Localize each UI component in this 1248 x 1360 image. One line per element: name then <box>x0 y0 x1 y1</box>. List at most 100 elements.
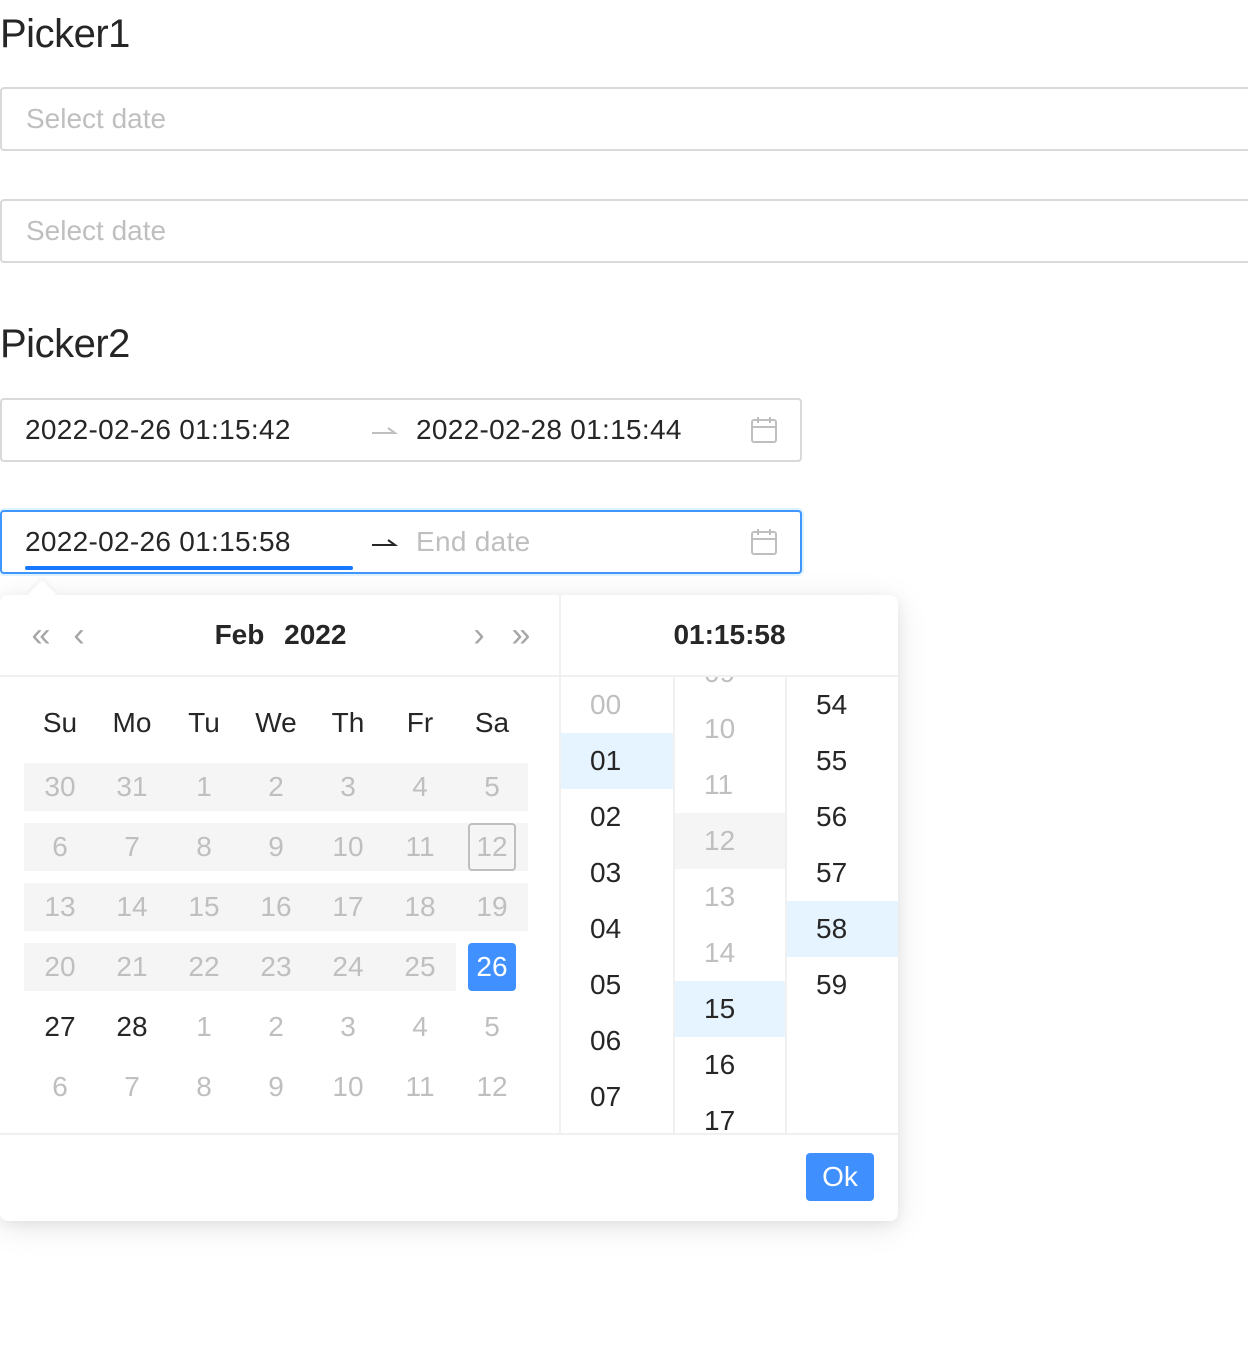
calendar-day[interactable]: 16 <box>240 883 312 931</box>
second-option[interactable]: 59 <box>787 957 898 1013</box>
hour-option[interactable]: 00 <box>561 677 673 733</box>
calendar-day[interactable]: 28 <box>96 1003 168 1051</box>
minute-option[interactable]: 09 <box>675 677 785 701</box>
day-number: 30 <box>44 771 76 802</box>
calendar-day[interactable]: 3 <box>312 763 384 811</box>
hour-option[interactable]: 01 <box>561 733 673 789</box>
second-option[interactable]: 57 <box>787 845 898 901</box>
calendar-day-today[interactable]: 12 <box>456 823 528 871</box>
day-number: 24 <box>332 951 364 982</box>
range-picker-1[interactable]: 2022-02-26 01:15:42 2022-02-28 01:15:44 <box>0 398 802 462</box>
calendar-day[interactable]: 7 <box>96 823 168 871</box>
second-option[interactable]: 58 <box>787 901 898 957</box>
minute-option[interactable]: 13 <box>675 869 785 925</box>
minute-option[interactable]: 10 <box>675 701 785 757</box>
month-button[interactable]: Feb <box>215 619 265 650</box>
minute-option[interactable]: 15 <box>675 981 785 1037</box>
calendar-day[interactable]: 1 <box>168 1003 240 1051</box>
day-number: 9 <box>268 831 284 862</box>
calendar-day[interactable]: 1 <box>168 763 240 811</box>
picker2-title: Picker2 <box>0 322 130 366</box>
calendar-day[interactable]: 30 <box>24 763 96 811</box>
range-picker-2[interactable]: 2022-02-26 01:15:58 End date <box>0 510 802 574</box>
calendar-day[interactable]: 24 <box>312 943 384 991</box>
calendar-day[interactable]: 31 <box>96 763 168 811</box>
hour-option[interactable]: 07 <box>561 1069 673 1125</box>
calendar-day[interactable]: 2 <box>240 1003 312 1051</box>
second-option[interactable]: 55 <box>787 733 898 789</box>
hour-option[interactable]: 05 <box>561 957 673 1013</box>
hour-option[interactable]: 02 <box>561 789 673 845</box>
hour-column[interactable]: 00 01 02 03 04 05 06 07 <box>561 677 675 1133</box>
second-option[interactable]: 56 <box>787 789 898 845</box>
minute-option[interactable]: 16 <box>675 1037 785 1093</box>
calendar-day[interactable]: 6 <box>24 1063 96 1111</box>
range-end-value[interactable]: 2022-02-28 01:15:44 <box>416 400 682 460</box>
calendar-day[interactable]: 8 <box>168 1063 240 1111</box>
minute-option[interactable]: 14 <box>675 925 785 981</box>
calendar-day[interactable]: 22 <box>168 943 240 991</box>
picker1-date-input-1[interactable] <box>0 87 1248 151</box>
date-input[interactable] <box>2 201 1248 261</box>
calendar-icon[interactable] <box>750 528 778 556</box>
weekday-label: Tu <box>188 707 220 738</box>
double-right-icon[interactable]: » <box>504 595 538 675</box>
calendar-day[interactable]: 11 <box>384 823 456 871</box>
calendar-day[interactable]: 4 <box>384 763 456 811</box>
calendar-day[interactable]: 14 <box>96 883 168 931</box>
range-start-value[interactable]: 2022-02-26 01:15:42 <box>25 400 291 460</box>
calendar-day[interactable]: 21 <box>96 943 168 991</box>
hour-option[interactable]: 06 <box>561 1013 673 1069</box>
calendar-day[interactable]: 10 <box>312 1063 384 1111</box>
range-start-value[interactable]: 2022-02-26 01:15:58 <box>25 512 291 572</box>
day-number: 4 <box>412 771 428 802</box>
calendar-day[interactable]: 5 <box>456 1003 528 1051</box>
day-number: 3 <box>340 1011 356 1042</box>
day-number: 23 <box>260 951 292 982</box>
calendar-day[interactable]: 13 <box>24 883 96 931</box>
calendar-day[interactable]: 15 <box>168 883 240 931</box>
minute-option[interactable]: 17 <box>675 1093 785 1133</box>
weekday-label: Th <box>331 707 365 738</box>
year-button[interactable]: 2022 <box>284 619 346 650</box>
picker1-date-input-2[interactable] <box>0 199 1248 263</box>
range-end-placeholder[interactable]: End date <box>416 512 531 572</box>
calendar-day[interactable]: 8 <box>168 823 240 871</box>
ok-button[interactable]: Ok <box>806 1153 874 1201</box>
calendar-day[interactable]: 9 <box>240 823 312 871</box>
hour-option[interactable]: 03 <box>561 845 673 901</box>
calendar-day[interactable]: 2 <box>240 763 312 811</box>
calendar-day[interactable]: 25 <box>384 943 456 991</box>
calendar-day[interactable]: 23 <box>240 943 312 991</box>
calendar-day[interactable]: 9 <box>240 1063 312 1111</box>
second-option[interactable]: 54 <box>787 677 898 733</box>
calendar-day[interactable]: 5 <box>456 763 528 811</box>
calendar-day[interactable]: 19 <box>456 883 528 931</box>
calendar-day[interactable]: 18 <box>384 883 456 931</box>
minute-option[interactable]: 12 <box>675 813 785 869</box>
calendar-day[interactable]: 3 <box>312 1003 384 1051</box>
calendar-day-selected[interactable]: 26 <box>456 943 528 991</box>
weekday-label: Mo <box>112 707 152 738</box>
date-input[interactable] <box>2 89 1248 149</box>
calendar-day[interactable]: 6 <box>24 823 96 871</box>
minute-column[interactable]: 091011121314151617 <box>675 677 787 1133</box>
calendar-day[interactable]: 12 <box>456 1063 528 1111</box>
calendar-day[interactable]: 17 <box>312 883 384 931</box>
hour-option[interactable]: 04 <box>561 901 673 957</box>
calendar-day[interactable]: 20 <box>24 943 96 991</box>
calendar-day[interactable]: 10 <box>312 823 384 871</box>
left-icon[interactable]: ‹ <box>66 595 92 675</box>
second-column[interactable]: 54 55 56 57 58 59 <box>787 677 898 1133</box>
calendar-icon[interactable] <box>750 416 778 444</box>
day-number: 16 <box>260 891 292 922</box>
calendar-day[interactable]: 7 <box>96 1063 168 1111</box>
calendar-day[interactable]: 27 <box>24 1003 96 1051</box>
calendar-day[interactable]: 11 <box>384 1063 456 1111</box>
day-number: 6 <box>52 831 68 862</box>
calendar-week-row: 27 28 1 2 3 4 5 <box>24 1003 528 1051</box>
minute-option[interactable]: 11 <box>675 757 785 813</box>
right-icon[interactable]: › <box>466 595 492 675</box>
day-number: 7 <box>124 831 140 862</box>
calendar-day[interactable]: 4 <box>384 1003 456 1051</box>
